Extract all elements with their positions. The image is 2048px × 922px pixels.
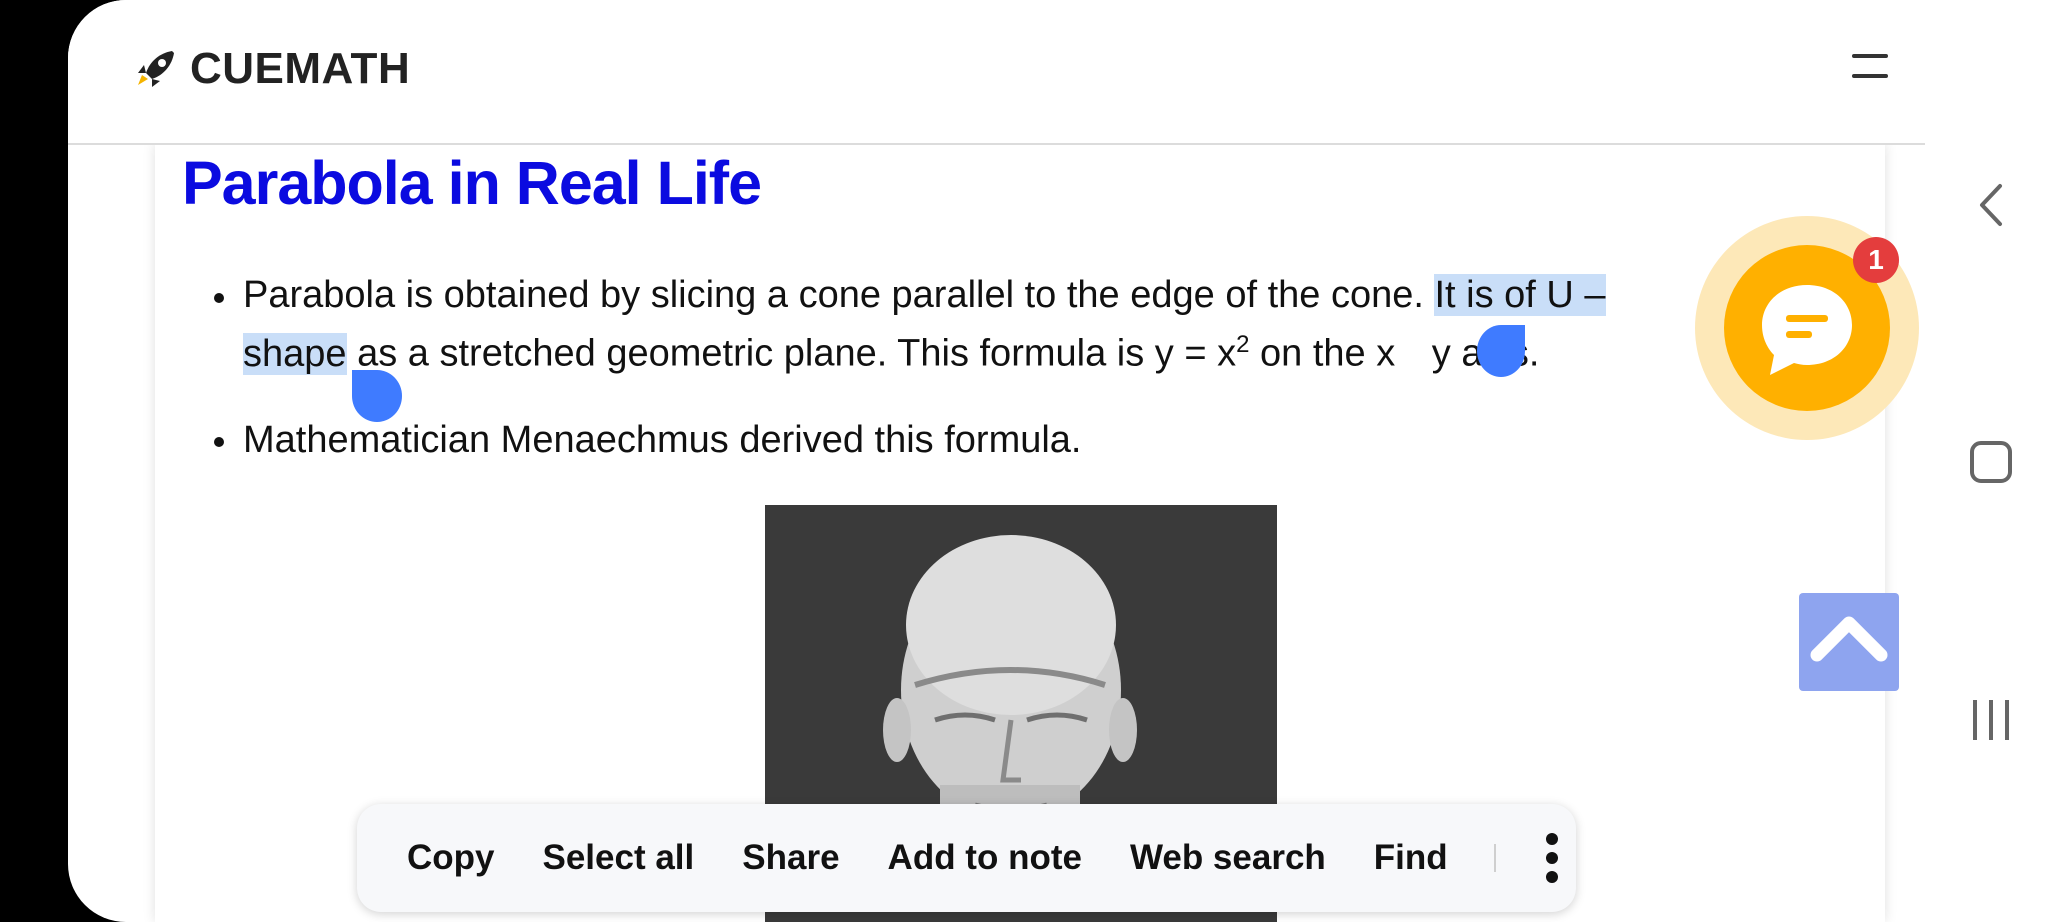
scroll-to-top-button[interactable]	[1799, 593, 1899, 691]
bullet1-text-b: as a stretched geometric plane. This for…	[346, 332, 1237, 375]
selection-start-handle[interactable]	[352, 370, 402, 422]
bullet1-line1[interactable]: Parabola is obtained by slicing a cone p…	[243, 270, 1606, 320]
back-chevron-icon[interactable]	[1972, 180, 2012, 230]
web-search-button[interactable]: Web search	[1130, 838, 1326, 878]
text-selection-toolbar: Copy Select all Share Add to note Web se…	[357, 804, 1576, 912]
find-button[interactable]: Find	[1374, 838, 1448, 878]
bullet1-text-c: on the x	[1249, 332, 1396, 375]
home-square-icon[interactable]	[1969, 440, 2013, 484]
copy-button[interactable]: Copy	[407, 838, 495, 878]
share-button[interactable]: Share	[742, 838, 839, 878]
bullet-dot	[214, 293, 224, 303]
bullet2-text: Mathematician Menaechmus derived this fo…	[243, 419, 1082, 461]
system-navigation-bar	[1925, 0, 2048, 922]
page-title: Parabola in Real Life	[182, 149, 762, 217]
browser-screen: CUEMATH Parabola in Real Life Parabola i…	[68, 0, 1925, 922]
selection-end-handle[interactable]	[1477, 325, 1525, 377]
selected-text: It is of U –	[1434, 274, 1606, 316]
add-to-note-button[interactable]: Add to note	[888, 838, 1082, 878]
logo-text: CUEMATH	[190, 44, 411, 93]
bullet-dot	[214, 437, 224, 447]
bullet1-line2[interactable]: shape as a stretched geometric plane. Th…	[243, 320, 1539, 379]
chat-badge: 1	[1853, 237, 1899, 283]
site-header: CUEMATH	[68, 0, 1925, 145]
cuemath-logo[interactable]: CUEMATH	[132, 44, 410, 94]
exponent: 2	[1236, 331, 1250, 358]
recents-icon[interactable]	[1969, 698, 2013, 742]
rocket-icon	[136, 51, 174, 89]
more-vertical-icon[interactable]	[1544, 833, 1558, 883]
chevron-up-icon	[1810, 616, 1888, 662]
selected-text-2: shape	[243, 332, 347, 375]
select-all-button[interactable]: Select all	[543, 838, 695, 878]
toolbar-divider	[1493, 844, 1496, 872]
bullet1-text-a: Parabola is obtained by slicing a cone p…	[243, 274, 1435, 316]
menu-icon[interactable]	[1852, 52, 1888, 80]
